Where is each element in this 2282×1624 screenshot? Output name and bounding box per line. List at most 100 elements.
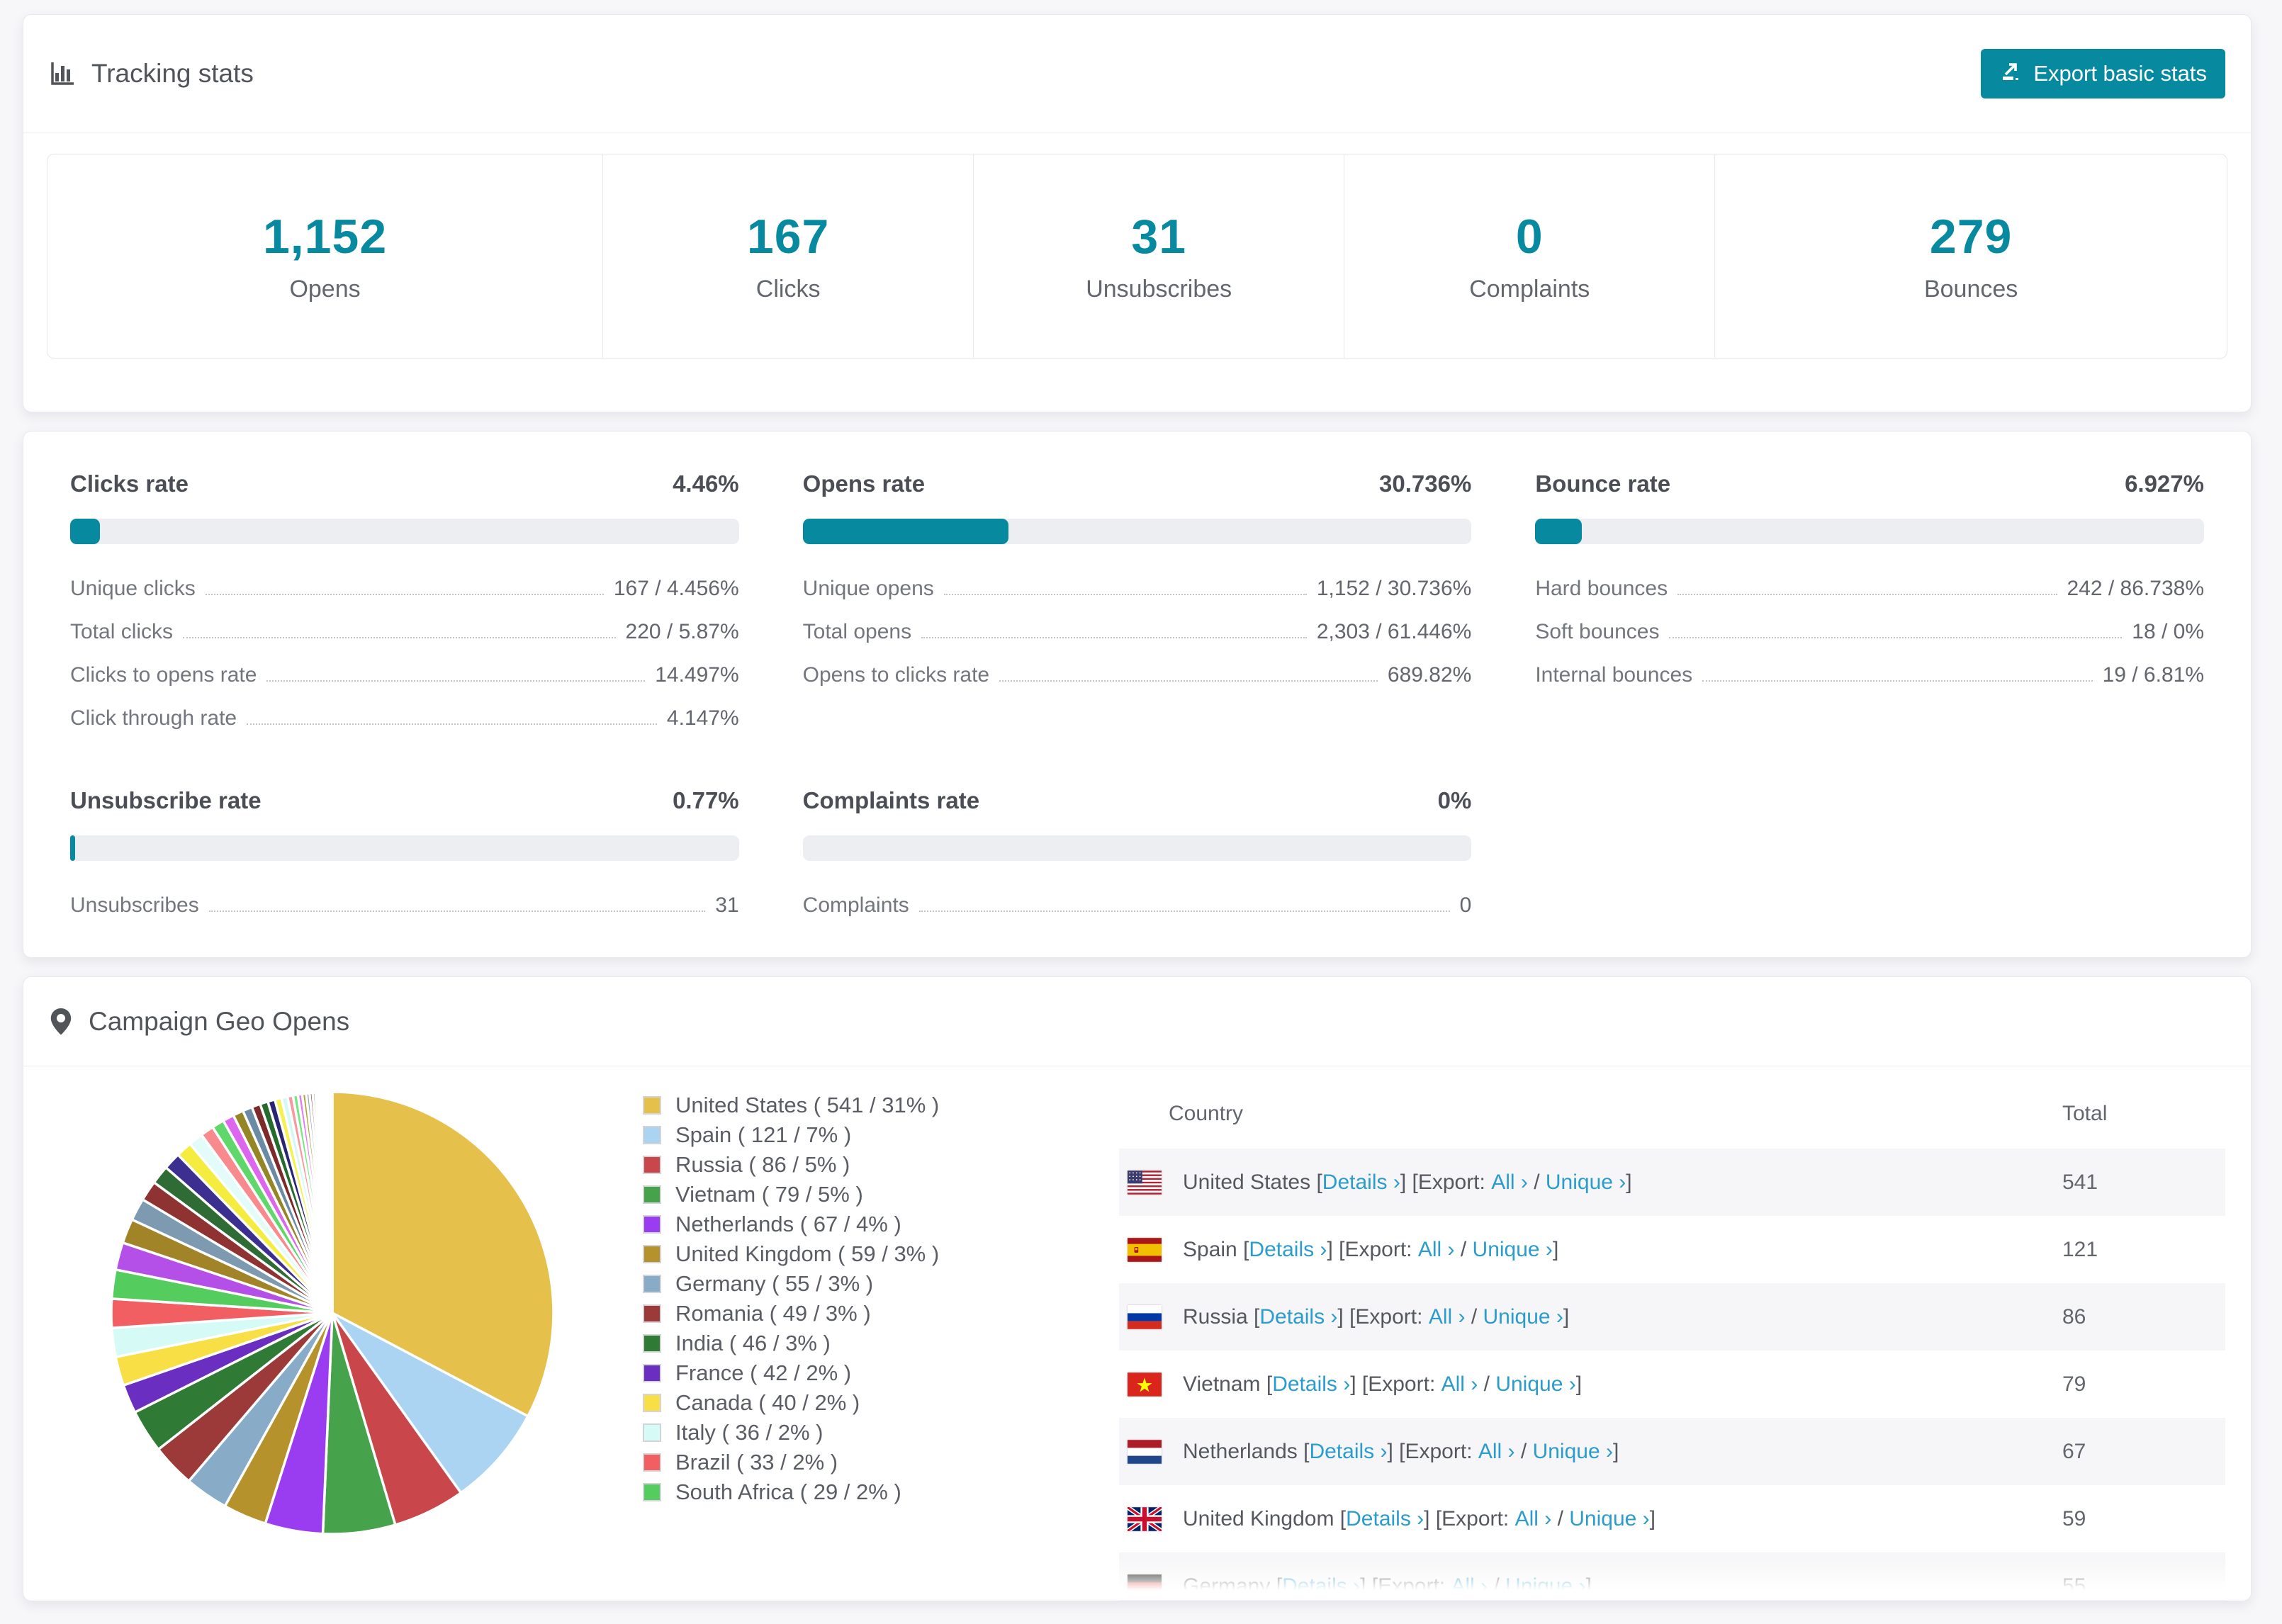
stat-value: 1,152: [262, 210, 388, 264]
flag-icon-gb: [1128, 1506, 1162, 1531]
export-all-link[interactable]: All ›: [1478, 1440, 1515, 1464]
rate-stat-value: 220 / 5.87%: [625, 620, 739, 643]
rate-title: Opens rate: [802, 470, 926, 497]
legend-swatch: [643, 1394, 661, 1412]
rate-progress-fill: [70, 835, 76, 861]
legend-item: Germany ( 55 / 3% ): [643, 1271, 1040, 1296]
legend-item: United States ( 541 / 31% ): [643, 1093, 1040, 1117]
rate-title: Unsubscribe rate: [70, 787, 262, 813]
rate-section-complaints-rate: Complaints rate 0% Complaints 0: [802, 787, 1472, 918]
export-unique-link[interactable]: Unique ›: [1473, 1238, 1553, 1262]
tracking-stats-title-row: Tracking stats: [49, 59, 254, 89]
export-unique-link[interactable]: Unique ›: [1495, 1372, 1575, 1397]
bracket: ] [Export:: [1360, 1574, 1451, 1598]
total-cell: 541: [2062, 1170, 2098, 1194]
rate-stat-value: 31: [715, 893, 739, 917]
export-all-link[interactable]: All ›: [1451, 1574, 1488, 1598]
bracket: ]: [1563, 1304, 1570, 1329]
details-link[interactable]: Details ›: [1272, 1372, 1350, 1397]
legend-swatch: [643, 1334, 661, 1353]
rate-value: 6.927%: [2125, 470, 2204, 497]
details-link[interactable]: Details ›: [1282, 1574, 1360, 1598]
export-unique-link[interactable]: Unique ›: [1546, 1171, 1626, 1195]
rate-stat-rows: Unsubscribes 31: [70, 893, 739, 918]
summary-stat-complaints: 0 Complaints: [1344, 154, 1716, 358]
map-pin-icon: [49, 1008, 73, 1036]
legend-item: South Africa ( 29 / 2% ): [643, 1479, 1040, 1504]
rate-stat-rows: Unique opens 1,152 / 30.736% Total opens…: [803, 577, 1472, 687]
export-all-link[interactable]: All ›: [1429, 1305, 1466, 1329]
export-all-link[interactable]: All ›: [1515, 1507, 1552, 1531]
stat-label: Clicks: [755, 276, 821, 303]
slash: /: [1465, 1304, 1483, 1329]
bracket: ] [Export:: [1400, 1170, 1492, 1194]
rate-stat-label: Total opens: [802, 620, 912, 643]
geo-table: Country Total United States [Details ›] …: [1119, 1086, 2225, 1601]
legend-label: Spain ( 121 / 7% ): [675, 1122, 852, 1147]
rate-stat-value: 2,303 / 61.446%: [1316, 620, 1472, 643]
dotted-leader: [918, 910, 1450, 912]
summary-stats-box: 1,152 Opens 167 Clicks 31 Unsubscribes 0 Co…: [47, 154, 2227, 359]
details-link[interactable]: Details ›: [1259, 1305, 1337, 1329]
export-unique-link[interactable]: Unique ›: [1533, 1440, 1613, 1464]
rates-card: Clicks rate 4.46% Unique clicks 167 / 4.…: [23, 431, 2252, 958]
country-cell: Russia [Details ›] [Export: All › / Uniq…: [1119, 1305, 2062, 1329]
stat-label: Unsubscribes: [1086, 276, 1232, 303]
export-all-link[interactable]: All ›: [1418, 1238, 1455, 1262]
geo-pie-chart: [106, 1086, 559, 1601]
rates-grid: Clicks rate 4.46% Unique clicks 167 / 4.…: [23, 432, 2251, 960]
rate-title: Bounce rate: [1535, 470, 1671, 497]
rate-stat-label: Click through rate: [70, 706, 237, 730]
export-button-label: Export basic stats: [2033, 60, 2207, 86]
rate-stat-value: 689.82%: [1387, 663, 1472, 687]
details-link[interactable]: Details ›: [1322, 1171, 1400, 1195]
export-unique-link[interactable]: Unique ›: [1569, 1507, 1649, 1531]
details-link[interactable]: Details ›: [1249, 1238, 1327, 1262]
country-name: Spain: [1183, 1237, 1244, 1261]
export-basic-stats-button[interactable]: Export basic stats: [1981, 48, 2225, 98]
rate-section-header: Bounce rate 6.927%: [1535, 470, 2204, 497]
rate-section-opens-rate: Opens rate 30.736% Unique opens 1,152 / …: [802, 470, 1472, 731]
details-link[interactable]: Details ›: [1309, 1440, 1387, 1464]
export-unique-link[interactable]: Unique ›: [1483, 1305, 1563, 1329]
country-name: Germany: [1183, 1574, 1276, 1598]
rate-title: Clicks rate: [70, 470, 189, 497]
stat-label: Opens: [289, 276, 361, 303]
country-cell: Vietnam [Details ›] [Export: All › / Uni…: [1119, 1372, 2062, 1397]
flag-icon-ru: [1128, 1304, 1162, 1329]
slash: /: [1478, 1372, 1496, 1396]
stat-value: 279: [1929, 210, 2013, 264]
dotted-leader: [1677, 594, 2057, 595]
rate-stat-row: Hard bounces 242 / 86.738%: [1535, 577, 2204, 601]
stat-value: 167: [746, 210, 830, 264]
legend-label: France ( 42 / 2% ): [675, 1360, 852, 1385]
export-unique-link[interactable]: Unique ›: [1505, 1574, 1585, 1598]
rate-title: Complaints rate: [802, 787, 980, 813]
page-title: Tracking stats: [91, 58, 254, 88]
rate-progress-fill: [1535, 519, 1582, 544]
export-all-link[interactable]: All ›: [1491, 1171, 1528, 1195]
bracket: ] [Export:: [1424, 1506, 1515, 1530]
geo-body: United States ( 541 / 31% ) Spain ( 121 …: [23, 1066, 2251, 1601]
bracket: [: [1266, 1372, 1273, 1396]
details-link[interactable]: Details ›: [1346, 1507, 1424, 1531]
bracket: [: [1339, 1506, 1347, 1530]
legend-swatch: [643, 1156, 661, 1174]
bracket: ]: [1585, 1574, 1592, 1598]
bracket: ]: [1649, 1506, 1656, 1530]
bracket: [: [1303, 1439, 1310, 1463]
geo-table-row: Vietnam [Details ›] [Export: All › / Uni…: [1119, 1350, 2225, 1418]
legend-item: Italy ( 36 / 2% ): [643, 1420, 1040, 1445]
legend-item: Romania ( 49 / 3% ): [643, 1301, 1040, 1326]
rate-stat-value: 0: [1459, 893, 1472, 917]
rate-stat-label: Total clicks: [70, 620, 174, 643]
bracket: [: [1316, 1170, 1322, 1194]
total-cell: 79: [2062, 1372, 2086, 1396]
dotted-leader: [943, 594, 1307, 595]
rate-progress-bar: [1535, 519, 2204, 544]
bracket: ]: [1612, 1439, 1619, 1463]
rate-value: 4.46%: [673, 470, 739, 497]
geo-header: Campaign Geo Opens: [23, 977, 2251, 1066]
export-all-link[interactable]: All ›: [1441, 1372, 1478, 1397]
legend-item: France ( 42 / 2% ): [643, 1360, 1040, 1385]
